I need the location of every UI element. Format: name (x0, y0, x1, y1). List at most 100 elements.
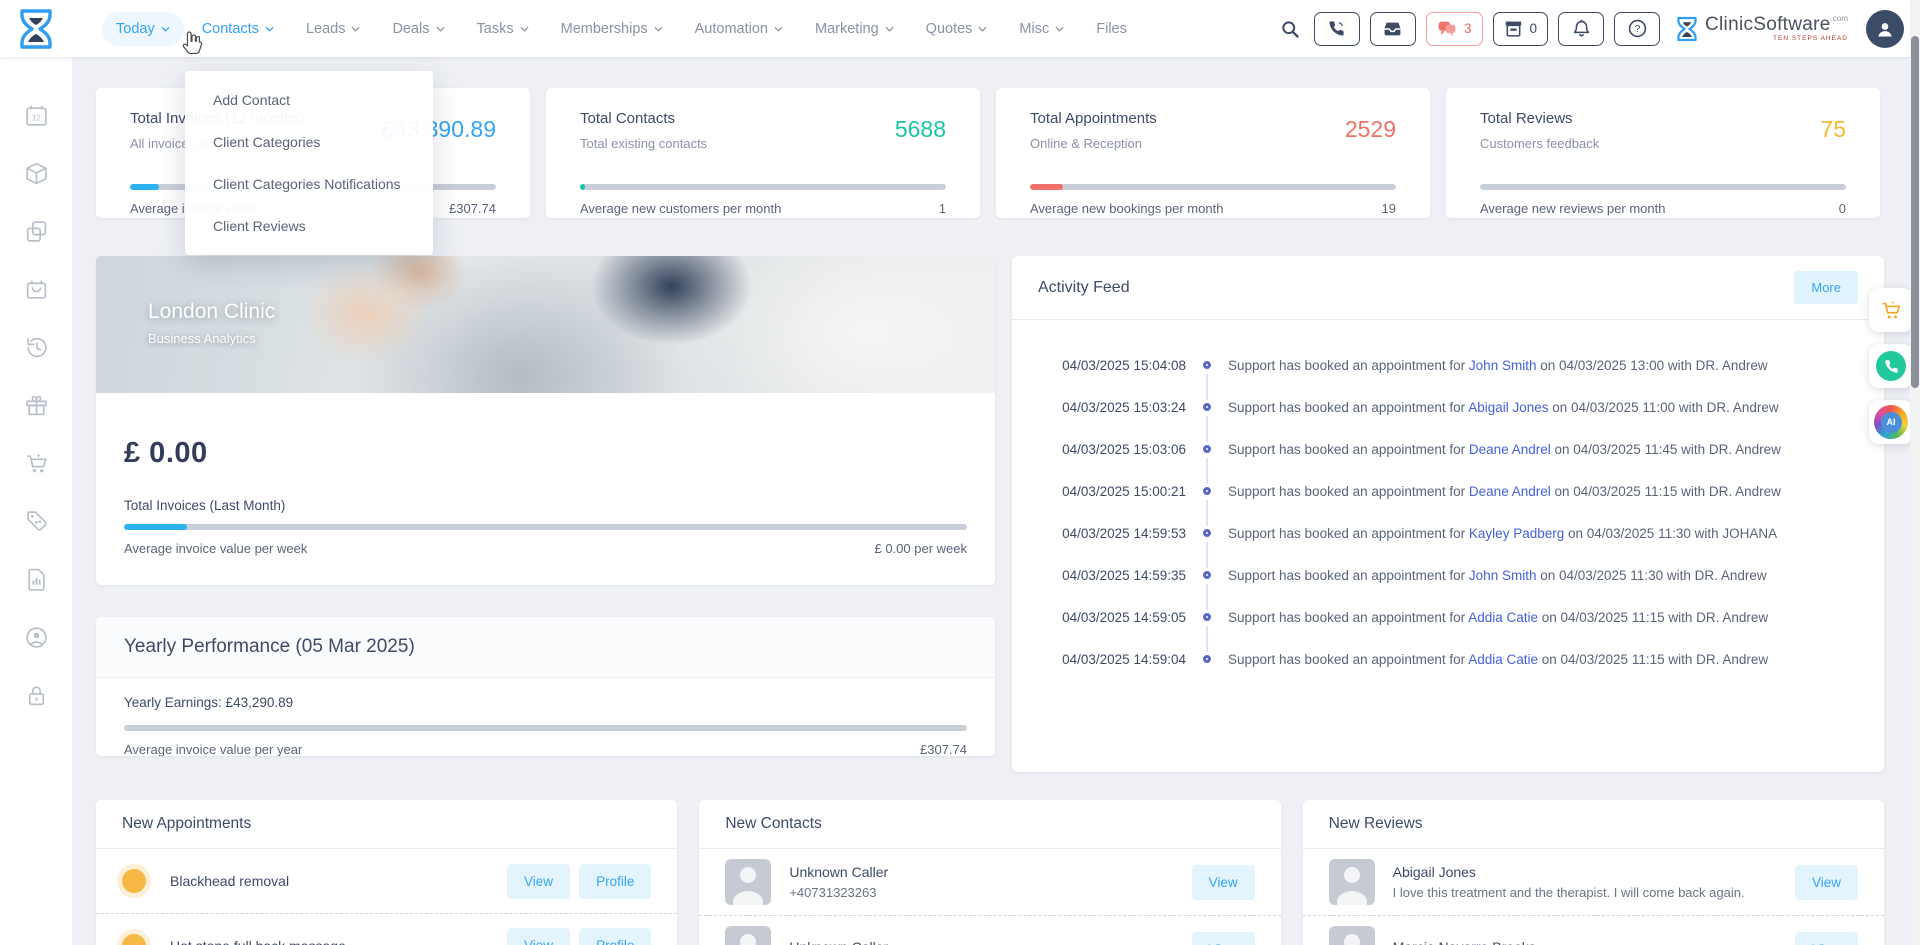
stat-card-appointments: Total Appointments Online & Reception 25… (996, 88, 1430, 218)
nav-item-tasks[interactable]: Tasks (463, 12, 543, 46)
chevron-down-icon (774, 26, 783, 32)
profile-button[interactable]: Profile (579, 928, 652, 945)
menu-item-client-categories[interactable]: Client Categories (185, 121, 433, 163)
notifications-button[interactable] (1558, 11, 1605, 46)
cart-icon (1882, 300, 1901, 319)
nav-label: Files (1096, 20, 1127, 37)
view-button[interactable]: View (1191, 931, 1255, 945)
activity-timestamp: 04/03/2025 15:00:21 (1062, 483, 1186, 499)
activity-suffix: on 04/03/2025 11:30 with DR. Andrew (1536, 567, 1767, 583)
activity-text: Support has booked an appointment for De… (1228, 442, 1781, 457)
activity-client-link[interactable]: John Smith (1469, 358, 1537, 373)
calendar-icon[interactable]: 12 (24, 103, 49, 128)
floating-ai-button[interactable]: AI (1869, 400, 1913, 444)
row-actions: View (1794, 931, 1858, 945)
user-avatar[interactable] (1866, 9, 1904, 48)
help-button[interactable]: ? (1614, 11, 1661, 46)
package-icon[interactable] (24, 161, 49, 186)
activity-text: Support has booked an appointment for Jo… (1228, 358, 1768, 373)
activity-suffix: on 04/03/2025 11:15 with DR. Andrew (1537, 609, 1769, 625)
menu-item-client-categories-notifications[interactable]: Client Categories Notifications (185, 163, 433, 205)
activity-client-link[interactable]: Addia Catie (1468, 652, 1538, 667)
contact-avatar (725, 926, 772, 945)
activity-entry: 04/03/2025 15:00:21 Support has booked a… (1038, 470, 1858, 526)
activity-timestamp: 04/03/2025 15:03:06 (1062, 441, 1186, 457)
chat-bubbles-icon (1438, 21, 1456, 37)
contact-row: Unknown Caller +40731323263 View (699, 849, 1280, 915)
view-button[interactable]: View (1794, 931, 1858, 945)
top-bar: Today Contacts Leads Deals Tasks Members… (0, 0, 1920, 57)
activity-suffix: on 04/03/2025 11:45 with DR. Andrew (1550, 441, 1781, 457)
new-reviews-panel: New Reviews Abigail Jones I love this tr… (1302, 800, 1884, 945)
view-button[interactable]: View (507, 928, 571, 945)
contact-row: Unknown Caller View (699, 915, 1281, 945)
activity-client-link[interactable]: Abigail Jones (1468, 400, 1548, 415)
nav-item-memberships[interactable]: Memberships (547, 12, 677, 46)
view-button[interactable]: View (507, 863, 571, 899)
menu-item-client-reviews[interactable]: Client Reviews (185, 205, 433, 247)
activity-client-link[interactable]: Deane Andrel (1469, 442, 1551, 457)
view-button[interactable]: View (1794, 864, 1858, 900)
profile-button[interactable]: Profile (579, 863, 652, 899)
activity-text: Support has booked an appointment for Jo… (1228, 568, 1767, 583)
stat-value: 5688 (894, 116, 946, 142)
stat-footer-label: Average new customers per month (580, 201, 782, 216)
review-text: I love this treatment and the therapist.… (1392, 885, 1745, 900)
floating-cart-button[interactable] (1869, 288, 1913, 332)
activity-timestamp: 04/03/2025 14:59:35 (1062, 567, 1186, 583)
activity-client-link[interactable]: Addia Catie (1468, 610, 1538, 625)
nav-item-contacts[interactable]: Contacts (188, 12, 288, 46)
nav-item-misc[interactable]: Misc (1005, 12, 1078, 46)
appointment-label: Hot stone full back massage (170, 938, 346, 945)
activity-feed-header: Activity Feed More (1012, 256, 1884, 320)
nav-item-automation[interactable]: Automation (681, 12, 797, 46)
activity-client-link[interactable]: Kayley Padberg (1469, 526, 1564, 541)
chat-notifications-button[interactable]: 3 (1425, 11, 1483, 46)
account-icon[interactable] (24, 625, 49, 650)
timeline-dot-icon (1203, 613, 1211, 621)
nav-item-files[interactable]: Files (1082, 12, 1141, 46)
activity-client-link[interactable]: John Smith (1469, 568, 1537, 583)
appointment-row: Blackhead removal View Profile (96, 849, 677, 913)
search-button[interactable] (1280, 19, 1300, 39)
nav-label: Contacts (201, 20, 259, 37)
report-icon[interactable] (24, 567, 49, 592)
activity-text: Support has booked an appointment for Ka… (1228, 526, 1777, 541)
inbox-button[interactable] (1369, 11, 1416, 46)
new-appointments-title: New Appointments (96, 800, 678, 849)
row-actions: View (1191, 864, 1255, 900)
floating-whatsapp-button[interactable] (1869, 344, 1913, 388)
basket-icon[interactable] (24, 277, 49, 302)
yearly-footer: Average invoice value per year £307.74 (124, 742, 967, 756)
menu-item-add-contact[interactable]: Add Contact (185, 79, 433, 121)
stat-subtitle: Online & Reception (1030, 136, 1143, 151)
history-icon[interactable] (24, 335, 49, 360)
nav-item-today[interactable]: Today (102, 11, 184, 46)
duplicate-icon[interactable] (24, 219, 49, 244)
page-scrollbar[interactable] (1910, 0, 1920, 945)
contacts-dropdown-menu: Add Contact Client Categories Client Cat… (185, 71, 433, 255)
new-contacts-title: New Contacts (699, 800, 1281, 849)
row-actions: View (1191, 931, 1255, 945)
scrollbar-thumb[interactable] (1911, 36, 1919, 388)
nav-item-leads[interactable]: Leads (292, 12, 375, 46)
progress-bar (124, 524, 967, 530)
view-button[interactable]: View (1191, 864, 1255, 900)
tags-icon[interactable] (24, 509, 49, 534)
till-button[interactable]: 0 (1492, 11, 1549, 46)
nav-item-quotes[interactable]: Quotes (912, 12, 1002, 46)
bottom-row: New Appointments Blackhead removal View … (96, 800, 1884, 945)
brand-logo[interactable]: ClinicSoftware.com TEN STEPS AHEAD (1676, 14, 1848, 43)
gift-icon[interactable] (24, 393, 49, 418)
lock-icon[interactable] (24, 683, 49, 708)
phone-button[interactable] (1313, 11, 1360, 46)
app-logo[interactable] (0, 8, 72, 49)
stat-card-contacts: Total Contacts Total existing contacts 5… (546, 88, 980, 218)
nav-item-deals[interactable]: Deals (378, 12, 458, 46)
activity-client-link[interactable]: Deane Andrel (1469, 484, 1551, 499)
nav-item-marketing[interactable]: Marketing (801, 12, 908, 46)
last-month-footer-label: Average invoice value per week (124, 541, 308, 556)
activity-more-button[interactable]: More (1794, 271, 1858, 304)
cart-icon[interactable] (24, 451, 49, 476)
yearly-performance-card: Yearly Performance (05 Mar 2025) Yearly … (96, 617, 995, 756)
